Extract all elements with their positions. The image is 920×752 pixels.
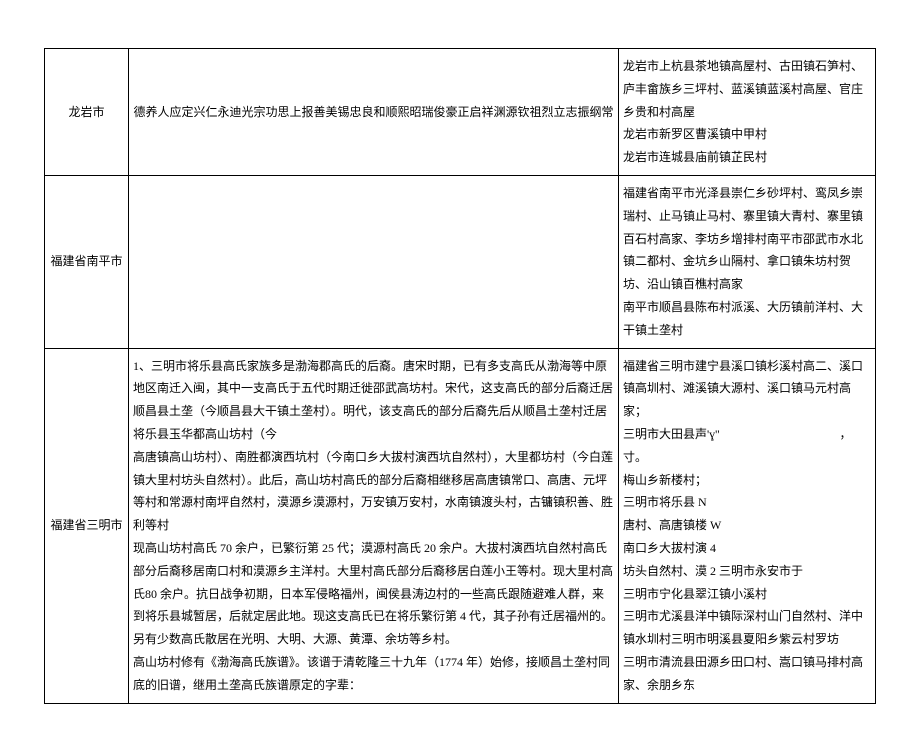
region-cell: 龙岩市 — [45, 49, 129, 176]
table-row: 龙岩市 德养人应定兴仁永迪光宗功思上报善美锡忠良和顺熙昭瑞俊豪正启祥渊源钦祖烈立… — [45, 49, 876, 176]
table-row: 福建省南平市 福建省南平市光泽县崇仁乡砂坪村、鸾凤乡崇瑞村、止马镇止马村、寨里镇… — [45, 175, 876, 348]
region-cell: 福建省南平市 — [45, 175, 129, 348]
places-cell: 福建省南平市光泽县崇仁乡砂坪村、鸾凤乡崇瑞村、止马镇止马村、寨里镇大青村、寨里镇… — [619, 175, 876, 348]
places-cell: 龙岩市上杭县茶地镇高屋村、古田镇石笋村、庐丰畲族乡三坪村、蓝溪镇蓝溪村高屋、官庄… — [619, 49, 876, 176]
desc-cell — [129, 175, 619, 348]
table-row: 福建省三明市 1、三明市将乐县高氏家族多是渤海郡高氏的后裔。唐宋时期，已有多支高… — [45, 348, 876, 703]
desc-cell: 德养人应定兴仁永迪光宗功思上报善美锡忠良和顺熙昭瑞俊豪正启祥渊源钦祖烈立志振纲常 — [129, 49, 619, 176]
places-cell: 福建省三明市建宁县溪口镇杉溪村高二、溪口镇高圳村、滩溪镇大源村、溪口镇马元村高家… — [619, 348, 876, 703]
region-cell: 福建省三明市 — [45, 348, 129, 703]
document-table: 龙岩市 德养人应定兴仁永迪光宗功思上报善美锡忠良和顺熙昭瑞俊豪正启祥渊源钦祖烈立… — [44, 48, 876, 704]
desc-cell: 1、三明市将乐县高氏家族多是渤海郡高氏的后裔。唐宋时期，已有多支高氏从渤海等中原… — [129, 348, 619, 703]
